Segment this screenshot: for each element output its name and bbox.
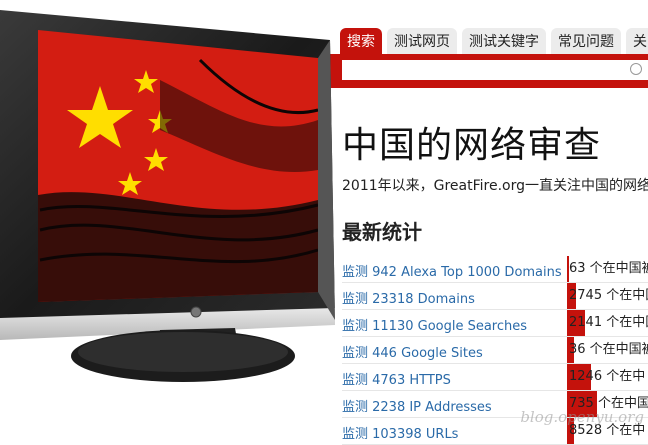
stat-link[interactable]: 监测 4763 HTTPS <box>342 369 451 388</box>
watermark: blog.openyu.org <box>520 408 644 426</box>
stat-link[interactable]: 监测 23318 Domains <box>342 288 475 307</box>
stat-link[interactable]: 监测 446 Google Sites <box>342 342 483 361</box>
tv-censorship-illustration <box>0 10 335 382</box>
tab-test-page[interactable]: 测试网页 <box>387 28 457 54</box>
stat-link[interactable]: 监测 942 Alexa Top 1000 Domains <box>342 261 562 280</box>
stat-row: 监测 942 Alexa Top 1000 Domains 63 个在中国被 <box>342 256 648 283</box>
tab-bar: 搜索 测试网页 测试关键字 常见问题 关 <box>340 28 648 56</box>
stat-count: 1246 个在中 <box>567 364 648 390</box>
stat-count-text: 36 个在中国被 <box>569 342 648 357</box>
tab-faq[interactable]: 常见问题 <box>551 28 621 54</box>
stat-count: 2745 个在中国 <box>567 283 648 309</box>
search-box <box>340 58 648 82</box>
tab-about[interactable]: 关 <box>626 28 648 54</box>
tab-search[interactable]: 搜索 <box>340 28 382 54</box>
stat-count-text: 63 个在中国被 <box>569 261 648 276</box>
stat-count-text: 2141 个在中国 <box>569 315 648 330</box>
stat-count: 2141 个在中国 <box>567 310 648 336</box>
tab-test-keyword[interactable]: 测试关键字 <box>462 28 546 54</box>
stat-link[interactable]: 监测 103398 URLs <box>342 423 458 442</box>
stat-count: 36 个在中国被 <box>567 337 648 363</box>
intro-text: 2011年以来，GreatFire.org一直关注中国的网络 <box>342 178 648 194</box>
stat-count-text: 1246 个在中 <box>569 369 646 384</box>
stat-link[interactable]: 监测 2238 IP Addresses <box>342 396 492 415</box>
stat-count-text: 2745 个在中国 <box>569 288 648 303</box>
stat-count: 63 个在中国被 <box>567 256 648 282</box>
search-icon[interactable] <box>630 63 642 75</box>
section-heading-latest-stats: 最新统计 <box>342 220 422 244</box>
stat-row: 监测 11130 Google Searches 2141 个在中国 <box>342 310 648 337</box>
stat-row: 监测 4763 HTTPS 1246 个在中 <box>342 364 648 391</box>
stat-row: 监测 446 Google Sites 36 个在中国被 <box>342 337 648 364</box>
stat-row: 监测 23318 Domains 2745 个在中国 <box>342 283 648 310</box>
page-title: 中国的网络审查 <box>342 125 602 166</box>
search-input[interactable] <box>346 62 632 80</box>
stat-link[interactable]: 监测 11130 Google Searches <box>342 315 527 334</box>
